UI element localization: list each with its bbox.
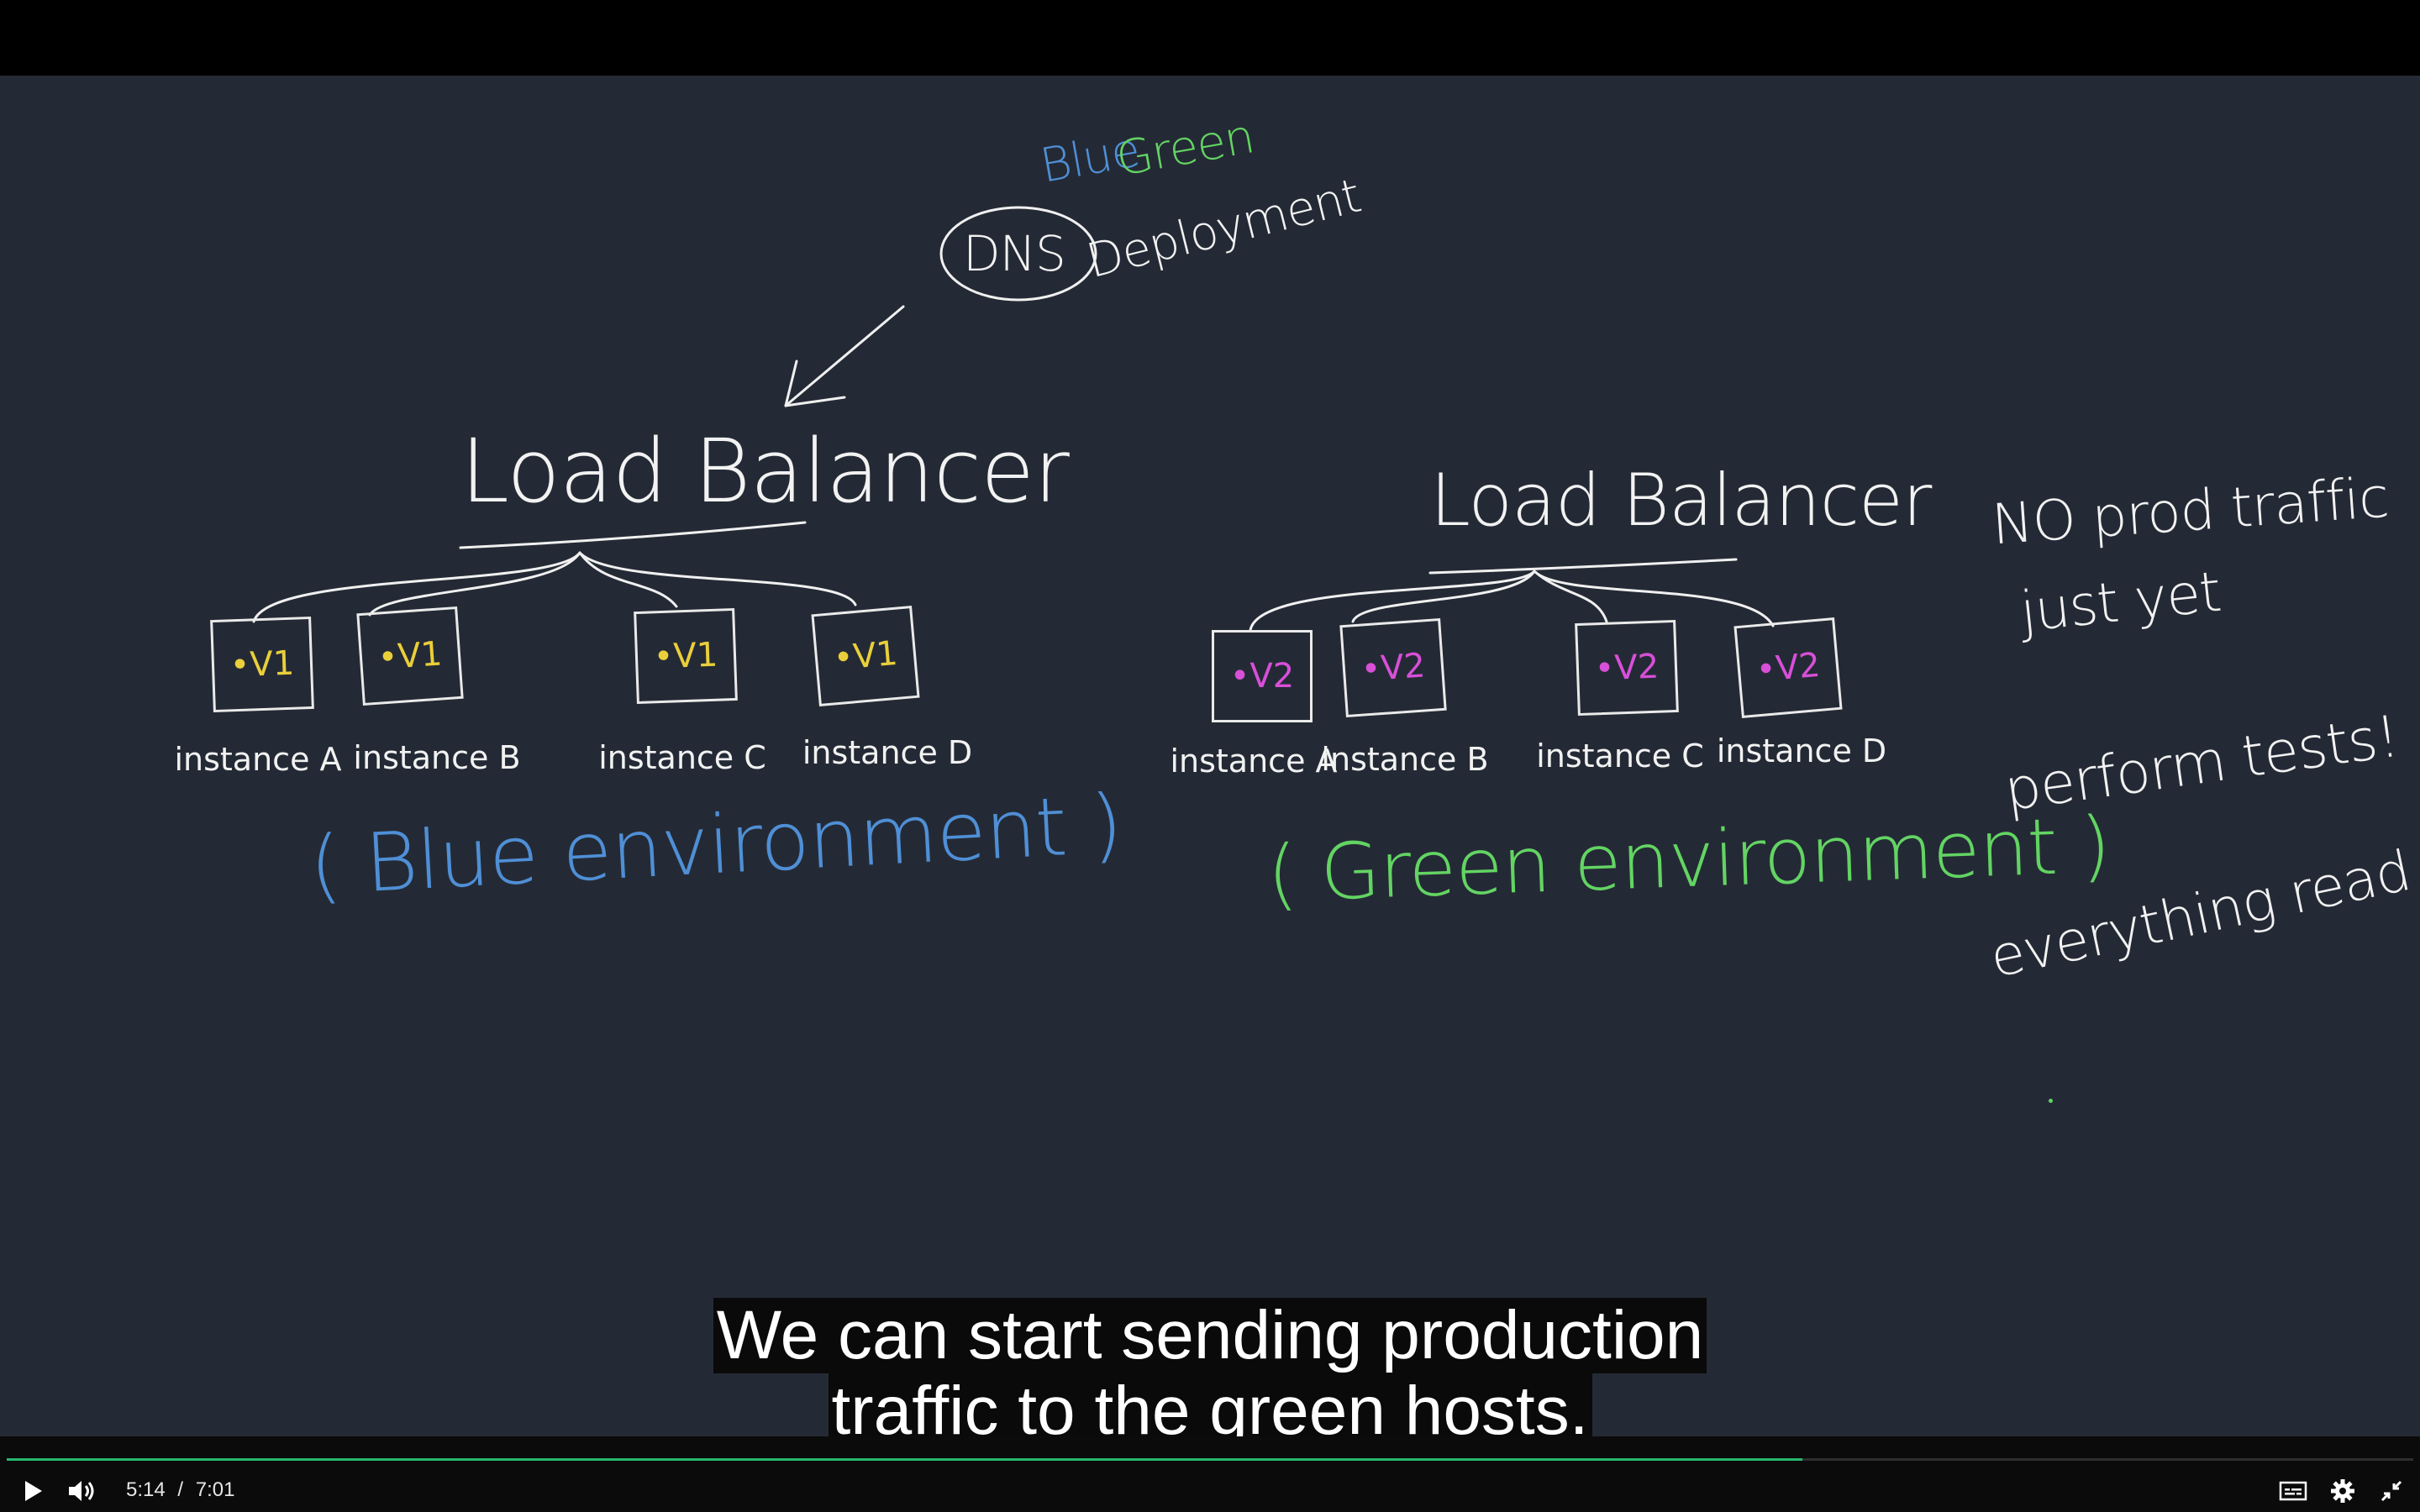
instance-label: instance C	[598, 739, 766, 776]
subtitle-line-1: We can start sending production	[713, 1298, 1707, 1373]
load-balancer-green-label: Load Balancer	[1430, 459, 1932, 543]
instance-box: •V1	[356, 606, 464, 706]
instance-box: •V1	[210, 616, 314, 713]
instance-label: instance D	[802, 734, 973, 771]
video-frame[interactable]: Blue Green Deployment DNS Load Balancer …	[0, 76, 2420, 1436]
instance-box: •V1	[811, 605, 920, 707]
instance-label: instance B	[353, 739, 521, 776]
play-button[interactable]	[15, 1473, 50, 1509]
version-tag: •V2	[1594, 647, 1660, 689]
lb-right-branches	[1249, 570, 1775, 632]
exit-fullscreen-icon	[2381, 1480, 2402, 1502]
lb-right-underline	[1428, 558, 1738, 575]
version-tag: •V1	[831, 633, 900, 679]
instance-label: instance B	[1321, 741, 1489, 778]
settings-button[interactable]	[2324, 1473, 2361, 1509]
version-tag: •V2	[1754, 645, 1823, 690]
instance-label: instance C	[1536, 738, 1704, 774]
exit-fullscreen-button[interactable]	[2375, 1473, 2408, 1509]
instance-label: instance A	[1170, 743, 1338, 780]
duration: 7:01	[195, 1478, 235, 1501]
dns-arrow	[784, 305, 905, 407]
captions-button[interactable]	[2274, 1473, 2312, 1509]
lb-left-underline	[459, 521, 807, 549]
version-tag: •V1	[229, 643, 295, 685]
progress-played	[7, 1458, 1802, 1461]
version-tag: •V1	[653, 635, 718, 677]
player-controls: 5:14 / 7:01	[0, 1436, 2420, 1512]
subtitles: We can start sending production traffic …	[0, 1298, 2420, 1449]
instance-box: •V2	[1733, 617, 1843, 719]
volume-icon	[69, 1481, 94, 1501]
instance-box: •V2	[1212, 630, 1313, 722]
lb-left-branches	[252, 551, 857, 623]
dns-label: DNS	[963, 225, 1066, 282]
pen-dot	[2049, 1099, 2053, 1103]
current-time: 5:14	[126, 1478, 166, 1501]
gear-icon	[2331, 1479, 2354, 1503]
load-balancer-blue-label: Load Balancer	[460, 420, 1070, 522]
time-separator: /	[177, 1478, 184, 1501]
instance-label: instance A	[174, 741, 342, 778]
letterbox-top	[0, 0, 2420, 76]
version-tag: •V2	[1229, 657, 1295, 696]
version-tag: •V2	[1360, 646, 1427, 690]
volume-button[interactable]	[62, 1473, 103, 1509]
play-icon	[25, 1481, 42, 1501]
captions-icon	[2279, 1481, 2307, 1501]
progress-bar[interactable]	[7, 1458, 2413, 1461]
version-tag: •V1	[376, 634, 444, 678]
time-display: 5:14 / 7:01	[126, 1478, 234, 1502]
instance-box: •V2	[1339, 617, 1447, 718]
instance-label: instance D	[1716, 732, 1887, 769]
instance-box: •V1	[634, 607, 738, 705]
instance-box: •V2	[1575, 619, 1679, 717]
